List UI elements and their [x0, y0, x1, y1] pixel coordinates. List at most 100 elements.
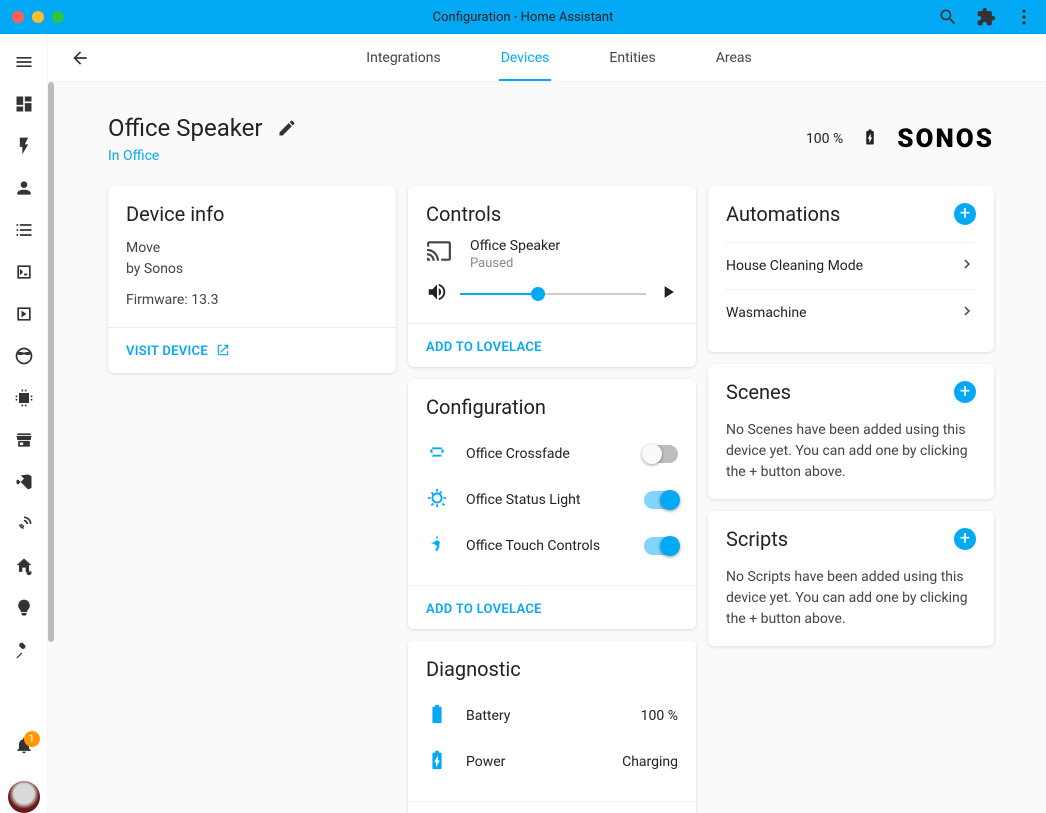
media-entity-state: Paused	[470, 256, 560, 271]
automation-row[interactable]: House Cleaning Mode	[726, 242, 976, 289]
controls-card: Controls Office Speaker Paused	[408, 186, 696, 367]
window-titlebar: Configuration - Home Assistant	[0, 0, 1046, 34]
scrollbar[interactable]	[48, 34, 54, 813]
config-row-label[interactable]: Office Status Light	[466, 492, 626, 508]
notifications-button[interactable]: 1	[14, 735, 34, 759]
diagnostic-row-label[interactable]: Power	[466, 754, 604, 770]
device-name: Office Speaker	[108, 114, 263, 142]
scripts-card: Scripts + No Scripts have been added usi…	[708, 511, 994, 646]
chip-icon[interactable]	[14, 388, 34, 408]
device-model: Move	[126, 238, 378, 259]
window-title: Configuration - Home Assistant	[433, 10, 614, 25]
menu-dots-icon[interactable]	[1014, 7, 1034, 27]
home-search-icon[interactable]	[14, 556, 34, 576]
visit-device-button[interactable]: VISIT DEVICE	[126, 343, 230, 361]
web-icon[interactable]	[14, 346, 34, 366]
config-row: Office Touch Controls	[426, 523, 678, 569]
controls-add-lovelace-button[interactable]: ADD TO LOVELACE	[426, 340, 542, 355]
tab-areas[interactable]: Areas	[714, 35, 754, 81]
store-icon[interactable]	[14, 430, 34, 450]
config-tabs: Integrations Devices Entities Areas	[92, 35, 1026, 81]
add-scene-button[interactable]: +	[954, 381, 976, 403]
chevron-right-icon	[958, 255, 976, 277]
scenes-empty-text: No Scenes have been added using this dev…	[726, 420, 976, 483]
edit-name-icon[interactable]	[277, 118, 297, 138]
automation-name: Wasmachine	[726, 305, 807, 321]
play-icon[interactable]	[658, 282, 678, 306]
add-automation-button[interactable]: +	[954, 203, 976, 225]
add-script-button[interactable]: +	[954, 528, 976, 550]
brand-logo: SONOS	[897, 124, 994, 154]
notification-badge: 1	[24, 731, 40, 747]
battery-charging-icon	[861, 126, 879, 152]
scripts-empty-text: No Scripts have been added using this de…	[726, 567, 976, 630]
flash-icon[interactable]	[14, 136, 34, 156]
traffic-lights	[12, 11, 64, 23]
media-entity-name[interactable]: Office Speaker	[470, 238, 560, 254]
controls-title: Controls	[426, 202, 678, 226]
chevron-right-icon	[958, 302, 976, 324]
config-toggle[interactable]	[644, 537, 678, 555]
diagnostic-row: Power Charging	[426, 739, 678, 785]
config-toggle[interactable]	[644, 491, 678, 509]
list-icon[interactable]	[14, 220, 34, 240]
configuration-title: Configuration	[426, 395, 678, 419]
config-row: Office Crossfade	[426, 431, 678, 477]
close-window-button[interactable]	[12, 11, 24, 23]
device-area-link[interactable]: In Office	[108, 148, 297, 164]
extension-icon[interactable]	[976, 7, 996, 27]
diagnostic-card: Diagnostic Battery100 %PowerCharging ADD…	[408, 641, 696, 813]
user-avatar[interactable]	[8, 781, 40, 813]
automation-row[interactable]: Wasmachine	[726, 289, 976, 336]
terminal-icon[interactable]	[14, 262, 34, 282]
config-row-icon	[426, 533, 448, 559]
volume-slider[interactable]	[460, 293, 646, 295]
topbar: Integrations Devices Entities Areas	[48, 34, 1046, 82]
device-firmware: 13.3	[191, 292, 218, 308]
diagnostic-row-icon	[426, 749, 448, 775]
nav-sidebar: 1	[0, 34, 48, 813]
automations-card: Automations + House Cleaning Mode Wasmach…	[708, 186, 994, 352]
external-link-icon	[216, 343, 230, 361]
dashboard-icon[interactable]	[14, 94, 34, 114]
person-icon[interactable]	[14, 178, 34, 198]
diagnostic-row-value: 100 %	[641, 708, 678, 724]
vscode-icon[interactable]	[14, 472, 34, 492]
scripts-title: Scripts	[726, 527, 788, 551]
volume-icon[interactable]	[426, 281, 448, 307]
zigbee-icon[interactable]	[14, 514, 34, 534]
configuration-add-lovelace-button[interactable]: ADD TO LOVELACE	[426, 602, 542, 617]
minimize-window-button[interactable]	[32, 11, 44, 23]
configuration-card: Configuration Office Crossfade Office Sta…	[408, 379, 696, 629]
diagnostic-title: Diagnostic	[426, 657, 678, 681]
diagnostic-row-label[interactable]: Battery	[466, 708, 623, 724]
idea-icon[interactable]	[14, 598, 34, 618]
automations-title: Automations	[726, 202, 840, 226]
scenes-card: Scenes + No Scenes have been added using…	[708, 364, 994, 499]
device-info-card: Device info Move by Sonos Firmware: 13.3…	[108, 186, 396, 373]
battery-percent-label: 100 %	[806, 131, 843, 147]
diagnostic-row: Battery 100 %	[426, 693, 678, 739]
diagnostic-row-icon	[426, 703, 448, 729]
tab-devices[interactable]: Devices	[499, 35, 552, 81]
config-row: Office Status Light	[426, 477, 678, 523]
config-row-icon	[426, 487, 448, 513]
device-manufacturer: Sonos	[144, 261, 183, 277]
config-row-label[interactable]: Office Crossfade	[466, 446, 626, 462]
cast-icon[interactable]	[426, 238, 452, 268]
tab-integrations[interactable]: Integrations	[364, 35, 442, 81]
search-icon[interactable]	[938, 7, 958, 27]
device-info-title: Device info	[126, 202, 378, 226]
config-row-icon	[426, 441, 448, 467]
fullscreen-window-button[interactable]	[52, 11, 64, 23]
diagnostic-row-value: Charging	[622, 754, 678, 770]
tab-entities[interactable]: Entities	[607, 35, 657, 81]
menu-icon[interactable]	[14, 52, 34, 72]
scenes-title: Scenes	[726, 380, 791, 404]
config-row-label[interactable]: Office Touch Controls	[466, 538, 626, 554]
config-toggle[interactable]	[644, 445, 678, 463]
back-icon[interactable]	[68, 46, 92, 70]
tools-icon[interactable]	[14, 640, 34, 660]
media-icon[interactable]	[14, 304, 34, 324]
automation-name: House Cleaning Mode	[726, 258, 863, 274]
